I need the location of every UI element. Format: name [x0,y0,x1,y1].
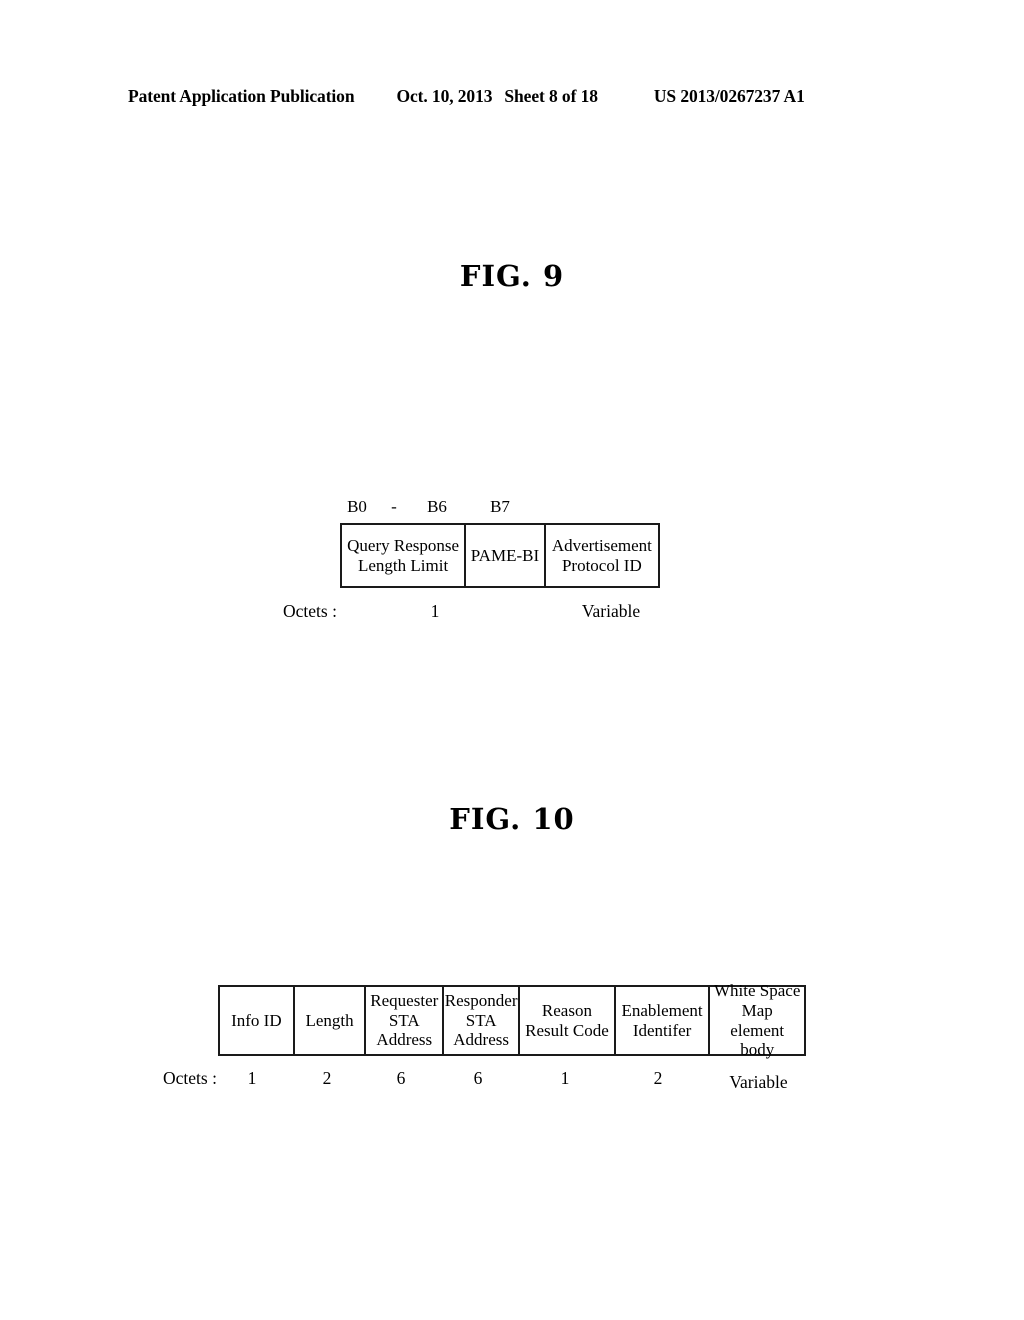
field-cell-advertisement-protocol-id: Advertisement Protocol ID [546,525,658,586]
page-running-header: Patent Application Publication Oct. 10, … [128,86,896,110]
bit-label-dash: - [391,497,397,516]
field-cell-requester-sta-address: Requester STA Address [366,987,445,1054]
octets-value: 1 [430,601,440,621]
field-cell-reason-result-code: Reason Result Code [520,987,616,1054]
header-sheet-number: Sheet 8 of 18 [504,86,598,106]
field-cell-label: Requester STA Address [370,990,439,1050]
header-publication-label: Patent Application Publication [128,86,355,106]
figure-10-octets-row: Octets : 1 2 6 6 1 2 Variable [163,1068,823,1094]
field-cell-enablement-identifer: Enablement Identifer [616,987,711,1054]
field-cell-label: Length [305,1010,354,1030]
octets-label: Octets : [163,1068,217,1088]
figure-10-title: FIG. 10 [449,802,575,836]
octets-value: Variable [581,601,641,621]
bit-label-b6: B6 [427,497,447,516]
field-cell-length: Length [295,987,367,1054]
field-cell-label: PAME-BI [470,545,540,565]
field-cell-label: Reason Result Code [525,1000,609,1040]
octets-value: 6 [396,1068,406,1088]
figure-9-bit-labels: B0 - B6 B7 [340,497,670,519]
bit-label-b0: B0 [347,497,367,516]
field-cell-white-space-map-element-body: White Space Map element body [710,981,804,1059]
octets-value: 2 [322,1068,332,1088]
field-cell-label: White Space Map element body [714,981,801,1060]
field-cell-query-response-length-limit: Query Response Length Limit [342,525,467,586]
field-cell-label: Info ID [231,1010,282,1030]
field-cell-responder-sta-address: Responder STA Address [444,987,521,1054]
figure-9-title: FIG. 9 [459,259,565,293]
octets-value: 2 [653,1068,663,1088]
field-cell-label: Advertisement Protocol ID [551,535,652,575]
octets-label: Octets : [283,601,337,621]
octets-value: Variable [729,1072,788,1092]
field-cell-label: Responder STA Address [444,990,518,1050]
header-publication-date: Oct. 10, 2013 [396,86,493,106]
header-patent-number: US 2013/0267237 A1 [653,86,805,106]
octets-value: 1 [560,1068,570,1088]
field-cell-label: Query Response Length Limit [347,535,460,575]
field-cell-pame-bi: PAME-BI [466,525,546,586]
octets-value: 1 [247,1068,257,1088]
figure-9-octets-row: Octets : 1 Variable [283,601,683,627]
figure-9-field-table: Query Response Length Limit PAME-BI Adve… [340,523,660,588]
field-cell-label: Enablement Identifer [621,1000,703,1040]
figure-10-field-table: Info ID Length Requester STA Address Res… [218,981,806,1059]
octets-value: 6 [473,1068,483,1088]
field-cell-info-id: Info ID [220,987,295,1054]
bit-label-b7: B7 [490,497,510,516]
